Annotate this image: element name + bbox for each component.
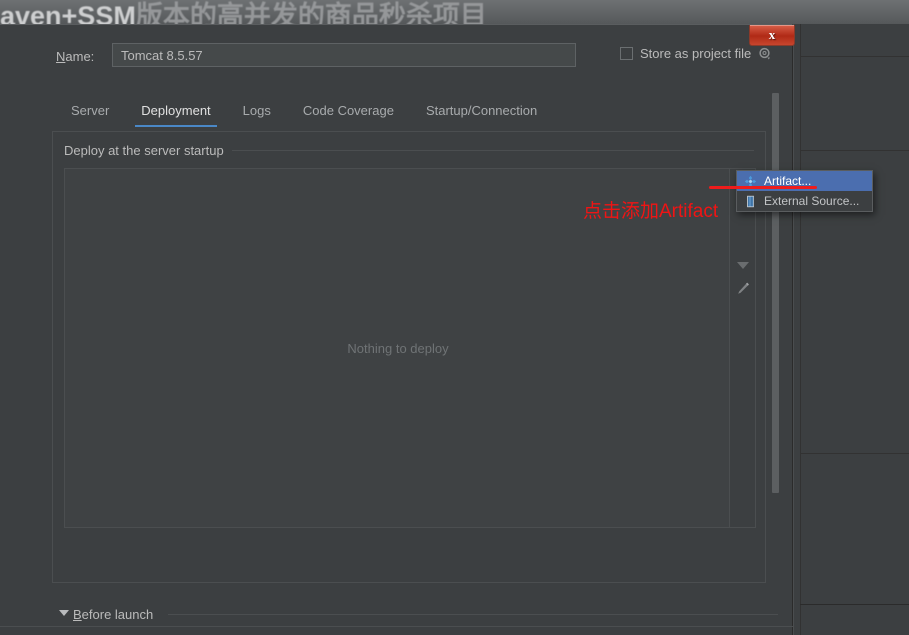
- close-button[interactable]: x: [749, 25, 795, 46]
- close-icon: x: [768, 27, 776, 42]
- tab-code-coverage[interactable]: Code Coverage: [287, 99, 410, 127]
- gear-icon[interactable]: [758, 47, 772, 61]
- warning-separator: [0, 626, 793, 627]
- store-as-project-file-group: Store as project file: [620, 46, 772, 61]
- store-as-project-file-label: Store as project file: [640, 46, 752, 61]
- screen-root: aven+SSM版本的高并发的商品秒杀项目 x Name: Store as p…: [0, 0, 909, 635]
- pencil-icon: [737, 282, 749, 294]
- background-divider-2: [800, 150, 909, 151]
- before-launch-label[interactable]: Before launch: [73, 607, 153, 622]
- tab-startup-connection[interactable]: Startup/Connection: [410, 99, 553, 127]
- annotation-underline: [709, 186, 817, 189]
- before-launch-toggle-icon[interactable]: [59, 610, 69, 616]
- dialog-tabs: Server Deployment Logs Code Coverage Sta…: [55, 99, 553, 127]
- name-row: Name: Store as project file: [0, 41, 793, 75]
- tab-server[interactable]: Server: [55, 99, 125, 127]
- warning-row: ! Warning: No artifacts marked for deplo…: [0, 629, 793, 635]
- background-vertical-divider: [800, 24, 801, 635]
- tab-deployment[interactable]: Deployment: [125, 99, 226, 127]
- add-deployment-popup-menu: Artifact... External Source...: [736, 170, 873, 212]
- run-configuration-dialog: x Name: Store as project file Server: [0, 24, 795, 635]
- store-as-project-file-checkbox[interactable]: [620, 47, 633, 60]
- name-input[interactable]: [112, 43, 576, 67]
- name-label: Name:: [56, 49, 95, 64]
- annotation-note: 点击添加Artifact: [583, 201, 719, 222]
- section-title-deploy-at-startup: Deploy at the server startup: [64, 143, 232, 158]
- external-source-icon: [743, 194, 757, 208]
- background-window-titlebar: aven+SSM版本的高并发的商品秒杀项目: [0, 0, 909, 24]
- triangle-down-icon: [736, 261, 749, 269]
- move-down-button[interactable]: [731, 253, 755, 277]
- dialog-scrollbar-thumb[interactable]: [772, 93, 779, 493]
- deploy-toolbar: +: [729, 169, 755, 527]
- before-launch-rule: [168, 614, 778, 615]
- tab-logs[interactable]: Logs: [227, 99, 287, 127]
- background-divider-1: [800, 56, 909, 57]
- edit-deployment-button[interactable]: [731, 277, 755, 301]
- menu-item-external-source[interactable]: External Source...: [737, 191, 872, 211]
- background-right-panel: [792, 24, 909, 635]
- background-divider-3: [800, 453, 909, 454]
- background-window-title: aven+SSM版本的高并发的商品秒杀项目: [0, 1, 487, 24]
- menu-item-external-source-label: External Source...: [764, 194, 860, 208]
- background-divider-4: [800, 604, 909, 605]
